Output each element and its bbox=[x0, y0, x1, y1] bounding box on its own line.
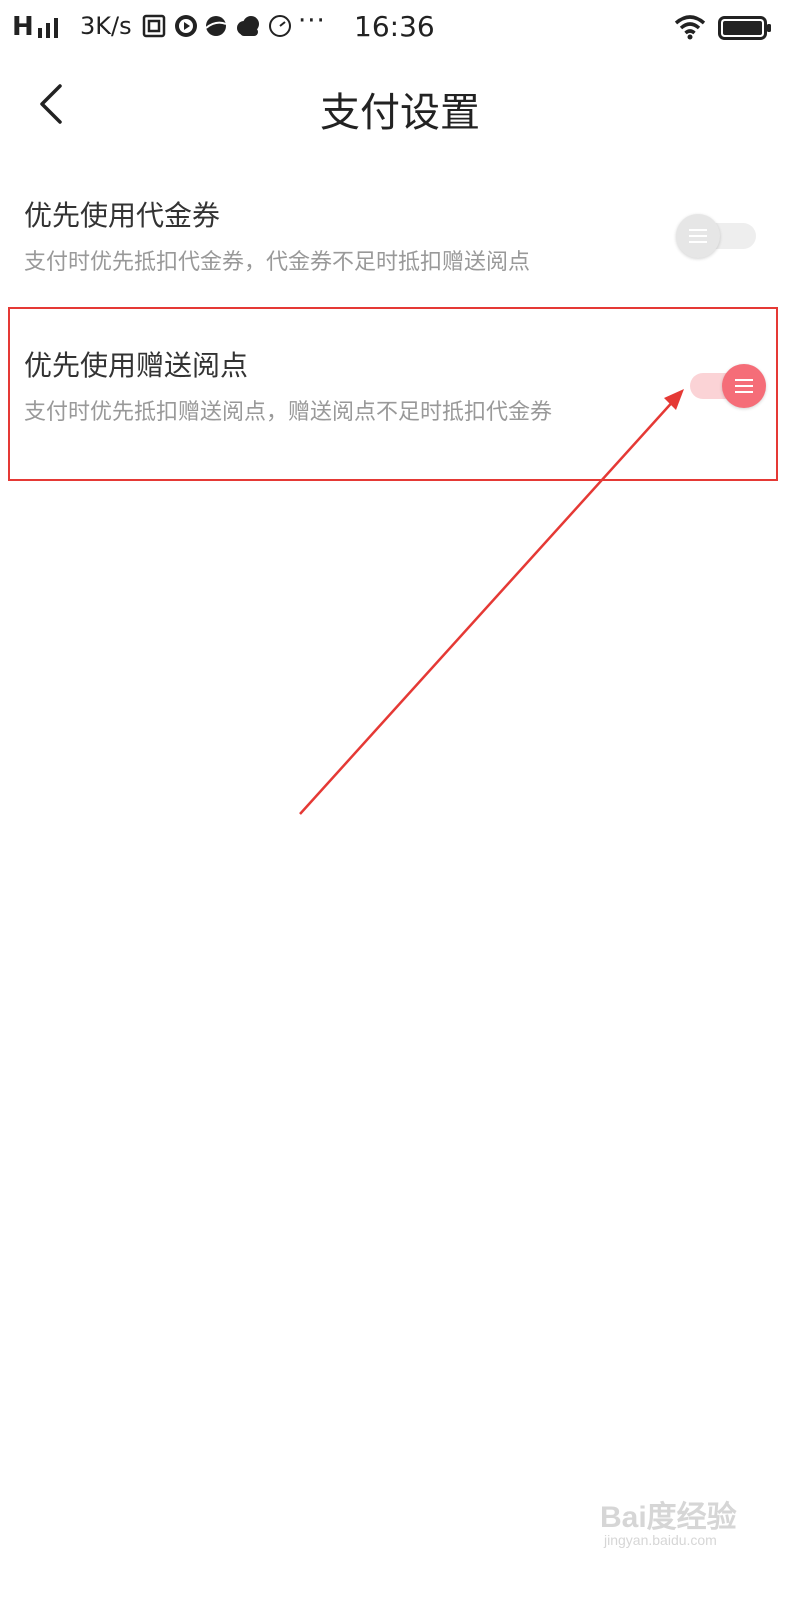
network-type-label: H bbox=[12, 12, 35, 42]
watermark-sub-text: jingyan.baidu.com bbox=[604, 1532, 717, 1548]
signal-bars-icon bbox=[38, 18, 58, 38]
app-notification-icon bbox=[142, 14, 166, 38]
weather-cloud-icon bbox=[237, 16, 259, 36]
setting-description: 支付时优先抵扣赠送阅点，赠送阅点不足时抵扣代金券 bbox=[24, 400, 553, 425]
setting-title: 优先使用赠送阅点 bbox=[24, 349, 249, 382]
page-header: 支付设置 bbox=[0, 60, 800, 150]
watermark-main-text: Bai度经验 bbox=[600, 1501, 737, 1534]
prefer-gift-points-toggle[interactable] bbox=[682, 360, 766, 408]
toggle-knob bbox=[722, 364, 766, 408]
setting-row-prefer-gift-points: 优先使用赠送阅点 支付时优先抵扣赠送阅点，赠送阅点不足时抵扣代金券 bbox=[0, 330, 800, 460]
video-player-icon bbox=[175, 15, 197, 37]
baidu-jingyan-watermark: Bai度经验 jingyan.baidu.com bbox=[600, 1492, 770, 1562]
wifi-icon bbox=[674, 15, 706, 40]
status-bar: H 3K/s ··· 16:36 bbox=[0, 0, 800, 56]
prefer-voucher-toggle[interactable] bbox=[676, 210, 758, 258]
page-title: 支付设置 bbox=[320, 90, 480, 136]
setting-title: 优先使用代金券 bbox=[24, 199, 221, 232]
menu-lines-icon bbox=[689, 229, 707, 243]
clock-time: 16:36 bbox=[354, 10, 435, 43]
setting-row-prefer-voucher: 优先使用代金券 支付时优先抵扣代金券，代金券不足时抵扣赠送阅点 bbox=[0, 180, 800, 300]
more-notifications-indicator: ··· bbox=[298, 6, 326, 36]
menu-lines-icon bbox=[735, 379, 753, 393]
clock-icon bbox=[269, 15, 291, 37]
setting-description: 支付时优先抵扣代金券，代金券不足时抵扣赠送阅点 bbox=[24, 250, 531, 275]
battery-icon bbox=[718, 16, 771, 40]
toggle-knob bbox=[676, 214, 720, 258]
browser-icon bbox=[205, 16, 227, 36]
network-speed-label: 3K/s bbox=[80, 12, 132, 40]
